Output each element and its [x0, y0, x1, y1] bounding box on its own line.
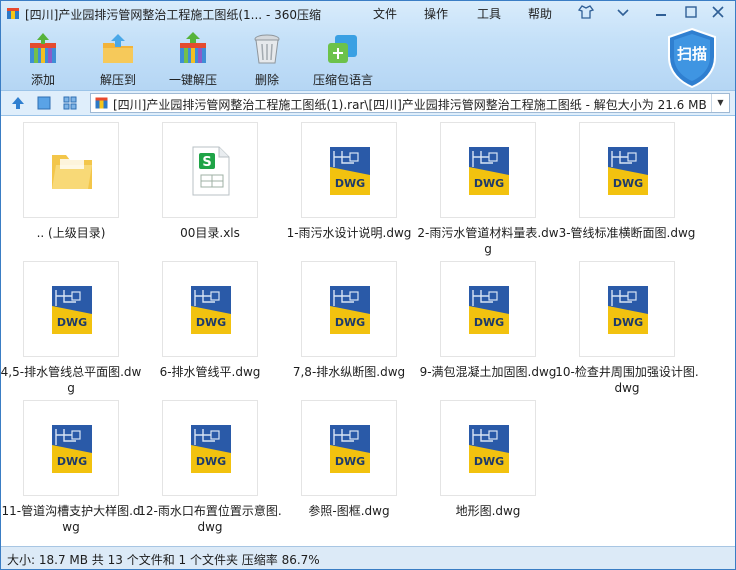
file-name: 12-雨水口布置位置示意图.dwg: [138, 504, 282, 534]
status-bar: 大小: 18.7 MB 共 13 个文件和 1 个文件夹 压缩率 86.7%: [1, 546, 735, 569]
dwg-file-icon: DWG: [191, 286, 231, 334]
svg-text:DWG: DWG: [613, 316, 643, 329]
add-button[interactable]: 添加: [21, 31, 65, 89]
extract-folder-icon: [103, 34, 133, 63]
address-dropdown-icon[interactable]: ▼: [711, 94, 729, 112]
file-thumbnail: DWG: [23, 261, 119, 357]
file-thumbnail: DWG: [162, 261, 258, 357]
file-name: 7,8-排水纵断图.dwg: [292, 365, 406, 379]
app-window: [四川]产业园排污管网整治工程施工图纸(1... - 360压缩 文件 操作 工…: [0, 0, 736, 570]
address-field[interactable]: [四川]产业园排污管网整治工程施工图纸(1).rar\[四川]产业园排污管网整治…: [90, 93, 730, 113]
dwg-file-icon: DWG: [330, 425, 370, 473]
extract-to-label: 解压到: [99, 73, 136, 87]
delete-button[interactable]: 删除: [245, 31, 289, 89]
svg-text:DWG: DWG: [474, 177, 504, 190]
window-title: [四川]产业园排污管网整治工程施工图纸(1... - 360压缩: [25, 8, 321, 22]
scan-button[interactable]: 扫描: [665, 27, 719, 89]
main-menu-icon[interactable]: [614, 4, 632, 20]
file-thumbnail: DWG: [440, 400, 536, 496]
dwg-file-icon: DWG: [469, 425, 509, 473]
dwg-file-icon: DWG: [330, 147, 370, 195]
archive-language-label: 压缩包语言: [312, 73, 373, 87]
svg-text:DWG: DWG: [474, 455, 504, 468]
svg-text:DWG: DWG: [474, 316, 504, 329]
extract-to-button[interactable]: 解压到: [93, 31, 143, 89]
svg-text:DWG: DWG: [613, 177, 643, 190]
delete-label: 删除: [254, 73, 279, 87]
add-label: 添加: [30, 73, 55, 87]
svg-text:DWG: DWG: [196, 455, 226, 468]
menu-file[interactable]: 文件: [373, 5, 397, 22]
file-thumbnail: DWG: [301, 400, 397, 496]
dwg-file-icon: DWG: [52, 425, 92, 473]
file-name: 6-排水管线平.dwg: [159, 365, 261, 379]
dwg-file-icon: DWG: [52, 286, 92, 334]
file-name: 2-雨污水管道材料量表.dwg: [417, 226, 559, 256]
maximize-icon[interactable]: [682, 4, 700, 20]
title-bar: [四川]产业园排污管网整治工程施工图纸(1... - 360压缩 文件 操作 工…: [1, 1, 735, 25]
file-thumbnail: S: [162, 122, 258, 218]
file-name: 地形图.dwg: [455, 504, 521, 518]
archive-small-icon: [95, 97, 108, 109]
up-arrow-icon[interactable]: [10, 95, 26, 111]
svg-text:S: S: [202, 155, 211, 170]
quick-extract-label: 一键解压: [168, 73, 217, 87]
file-thumbnail: DWG: [579, 261, 675, 357]
file-name: 10-检查井周围加强设计图.dwg: [555, 365, 699, 395]
file-name: 4,5-排水管线总平面图.dwg: [0, 365, 142, 395]
status-text: 大小: 18.7 MB 共 13 个文件和 1 个文件夹 压缩率 86.7%: [7, 553, 320, 567]
top-band: [四川]产业园排污管网整治工程施工图纸(1... - 360压缩 文件 操作 工…: [1, 1, 735, 90]
svg-text:DWG: DWG: [196, 316, 226, 329]
menu-help[interactable]: 帮助: [528, 5, 552, 22]
dwg-file-icon: DWG: [469, 286, 509, 334]
file-thumbnail: DWG: [579, 122, 675, 218]
large-icon-view-icon[interactable]: [36, 95, 52, 111]
file-name: .. (上级目录): [36, 226, 106, 240]
file-thumbnail: DWG: [440, 261, 536, 357]
file-thumbnail: DWG: [440, 122, 536, 218]
file-thumbnail: DWG: [301, 261, 397, 357]
file-thumbnail: [23, 122, 119, 218]
minimize-icon[interactable]: [652, 4, 670, 20]
language-code-icon: [328, 35, 357, 63]
svg-text:DWG: DWG: [335, 177, 365, 190]
menu-operations[interactable]: 操作: [424, 5, 448, 22]
file-thumbnail: DWG: [23, 400, 119, 496]
app-archive-icon: [7, 8, 19, 19]
file-name: 3-管线标准横断面图.dwg: [558, 226, 696, 240]
address-bar: [四川]产业园排污管网整治工程施工图纸(1).rar\[四川]产业园排污管网整治…: [1, 90, 735, 116]
dwg-file-icon: DWG: [191, 425, 231, 473]
close-icon[interactable]: [709, 4, 727, 20]
xls-file-icon: S: [192, 146, 230, 196]
archive-language-button[interactable]: 压缩包语言: [307, 31, 379, 89]
add-books-icon: [30, 33, 56, 63]
quick-extract-button[interactable]: 一键解压: [164, 31, 222, 89]
file-thumbnail: DWG: [301, 122, 397, 218]
svg-text:DWG: DWG: [335, 316, 365, 329]
skin-shirt-icon[interactable]: [577, 4, 595, 20]
svg-text:DWG: DWG: [335, 455, 365, 468]
file-name: 9-满包混凝土加固图.dwg: [419, 365, 557, 379]
trash-can-icon: [254, 34, 280, 64]
quick-extract-books-icon: [180, 32, 206, 63]
file-name: 00目录.xls: [180, 226, 240, 240]
file-name: 11-管道沟槽支护大样图.dwg: [1, 504, 141, 534]
dwg-file-icon: DWG: [608, 147, 648, 195]
dwg-file-icon: DWG: [608, 286, 648, 334]
svg-text:DWG: DWG: [57, 455, 87, 468]
address-path: [四川]产业园排污管网整治工程施工图纸(1).rar\[四川]产业园排污管网整治…: [113, 98, 707, 112]
file-name: 参照-图框.dwg: [308, 504, 390, 518]
file-list: .. (上级目录) S 00目录.xls DWG 1-雨污水设计说明.dwg DWG 2-雨…: [1, 116, 735, 546]
menu-tools[interactable]: 工具: [477, 5, 501, 22]
svg-text:DWG: DWG: [57, 316, 87, 329]
dwg-file-icon: DWG: [469, 147, 509, 195]
file-name: 1-雨污水设计说明.dwg: [286, 226, 412, 240]
grid-view-icon[interactable]: [62, 95, 78, 111]
dwg-file-icon: DWG: [330, 286, 370, 334]
folder-icon: [52, 155, 92, 189]
file-thumbnail: DWG: [162, 400, 258, 496]
scan-label: 扫描: [676, 45, 707, 63]
